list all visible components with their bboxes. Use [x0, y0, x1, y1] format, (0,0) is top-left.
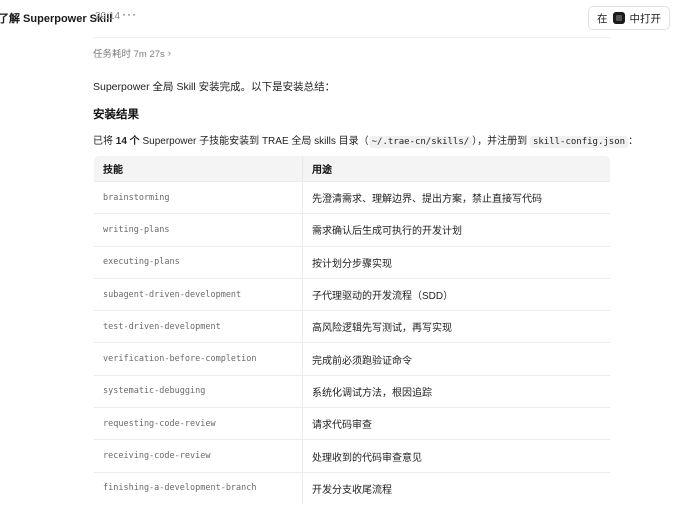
- config-file-code: skill-config.json: [529, 136, 629, 148]
- header-divider: [93, 37, 611, 38]
- skill-name: receiving-code-review: [94, 439, 303, 473]
- app-icon: [612, 12, 625, 24]
- intro-text: Superpower 全局 Skill 安装完成。以下是安装总结：: [93, 81, 336, 93]
- table-row: receiving-code-review 处理收到的代码审查意见: [94, 439, 610, 473]
- column-header-skill: 技能: [94, 155, 303, 182]
- skill-name: brainstorming: [94, 180, 303, 214]
- table-row: executing-plans 按计划分步骤实现: [94, 245, 610, 279]
- summary-text: 已将 14 个 Superpower 子技能安装到 TRAE 全局 skills…: [93, 132, 638, 148]
- table-row: brainstorming 先澄清需求、理解边界、提出方案，禁止直接写代码: [94, 180, 610, 214]
- skills-table: 技能 用途 brainstorming 先澄清需求、理解边界、提出方案，禁止直接…: [93, 155, 611, 505]
- summary-part-2: Superpower 子技能安装到 TRAE 全局 skills 目录（: [139, 136, 369, 147]
- table-row: verification-before-completion 完成前必须跑验证命…: [94, 342, 610, 376]
- skill-count: 14 个: [115, 136, 140, 147]
- assistant-message: 任务耗时 7m 27s › Superpower 全局 Skill 安装完成。以…: [93, 44, 638, 505]
- skills-path-code: ~/.trae-cn/skills/: [368, 136, 473, 148]
- skill-name: executing-plans: [94, 245, 303, 279]
- skill-name: finishing-a-development-branch: [94, 471, 303, 504]
- skill-purpose: 先澄清需求、理解边界、提出方案，禁止直接写代码: [302, 180, 610, 214]
- task-duration-text: 任务耗时 7m 27s: [93, 49, 165, 60]
- table-row: requesting-code-review 请求代码审查: [94, 407, 610, 440]
- task-duration-toggle[interactable]: 任务耗时 7m 27s ›: [93, 46, 171, 61]
- summary-part-4: ：: [628, 136, 639, 147]
- summary-part-1: 已将: [93, 136, 116, 147]
- skill-name: test-driven-development: [94, 310, 303, 343]
- top-bar: 了解 Superpower Skill 20:14 ··· 在 中打开: [0, 0, 690, 36]
- table-row: systematic-debugging 系统化调试方法，根因追踪: [94, 374, 610, 408]
- open-label: 中打开: [629, 12, 662, 25]
- skill-purpose: 需求确认后生成可执行的开发计划: [302, 213, 610, 247]
- table-row: finishing-a-development-branch 开发分支收尾流程: [94, 471, 610, 504]
- table-row: subagent-driven-development 子代理驱动的开发流程（S…: [94, 277, 610, 311]
- timestamp: 20:14: [95, 11, 121, 22]
- skill-name: writing-plans: [94, 213, 303, 247]
- skill-name: requesting-code-review: [94, 407, 303, 440]
- table-row: test-driven-development 高风险逻辑先写测试，再写实现: [94, 310, 610, 343]
- open-in-app-button[interactable]: 在 中打开: [588, 6, 670, 30]
- skill-name: systematic-debugging: [94, 374, 303, 408]
- skill-purpose: 按计划分步骤实现: [302, 245, 610, 279]
- more-options-icon[interactable]: ···: [122, 7, 137, 21]
- section-heading: 安装结果: [93, 109, 139, 121]
- skill-purpose: 完成前必须跑验证命令: [302, 342, 610, 376]
- chevron-right-icon: ›: [167, 47, 171, 59]
- column-header-purpose: 用途: [302, 155, 610, 182]
- skill-purpose: 处理收到的代码审查意见: [302, 439, 610, 473]
- open-prefix: 在: [597, 12, 608, 25]
- summary-part-3: ），并注册到: [472, 136, 530, 147]
- skill-purpose: 高风险逻辑先写测试，再写实现: [302, 310, 610, 343]
- skill-purpose: 请求代码审查: [302, 407, 610, 440]
- skill-name: verification-before-completion: [94, 342, 303, 376]
- table-row: writing-plans 需求确认后生成可执行的开发计划: [94, 213, 610, 247]
- skill-purpose: 开发分支收尾流程: [302, 471, 610, 504]
- skill-purpose: 子代理驱动的开发流程（SDD）: [302, 277, 610, 311]
- skill-name: subagent-driven-development: [94, 277, 303, 311]
- table-header-row: 技能 用途: [94, 155, 610, 182]
- skill-purpose: 系统化调试方法，根因追踪: [302, 374, 610, 408]
